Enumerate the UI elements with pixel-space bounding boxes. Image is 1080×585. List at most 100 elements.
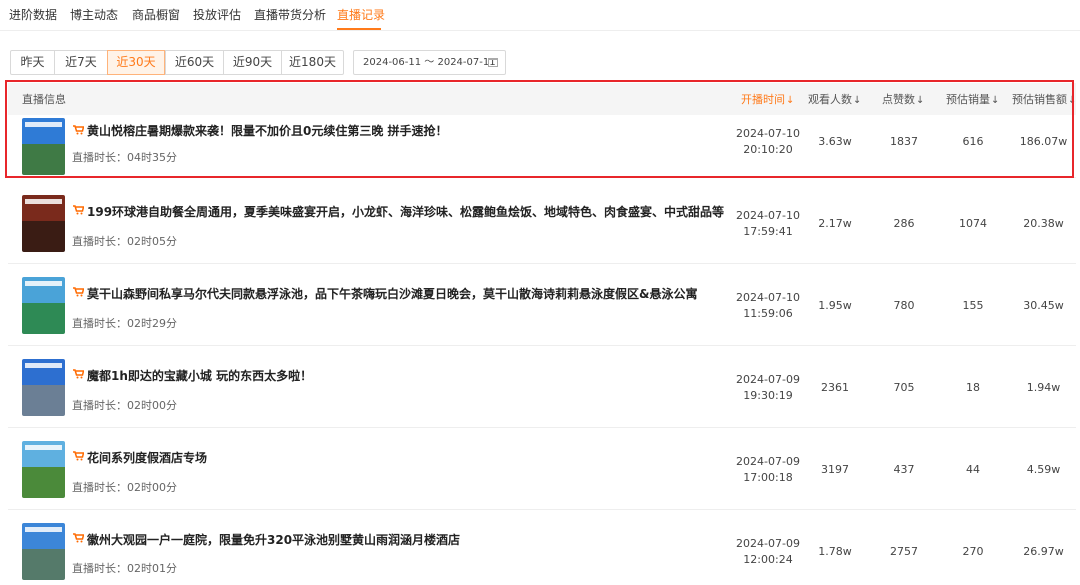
- header-likes-label: 点赞数: [882, 93, 915, 106]
- sales-value: 18: [966, 381, 980, 394]
- live-title[interactable]: 黄山悦榕庄暑期爆款来袭！限量不加价且0元续住第三晚 拼手速抢！: [87, 122, 448, 139]
- tab-live-records[interactable]: 直播记录: [337, 6, 385, 23]
- amount-value: 20.38w: [1023, 217, 1064, 230]
- viewers-value: 3.63w: [818, 135, 852, 148]
- table-row[interactable]: 199环球港自助餐全周通用，夏季美味盛宴开启，小龙虾、海洋珍味、松露鲍鱼烩饭、地…: [8, 183, 1076, 264]
- start-time: 2024-07-10 11:59:06: [733, 290, 803, 322]
- viewers-value: 2.17w: [818, 217, 852, 230]
- header-sales[interactable]: 预估销量↓: [946, 91, 999, 107]
- header-likes[interactable]: 点赞数↓: [882, 91, 924, 107]
- likes-value: 2757: [890, 545, 918, 558]
- calendar-icon: [488, 58, 498, 67]
- start-time: 2024-07-09 12:00:24: [733, 536, 803, 568]
- tab-advanced-data[interactable]: 进阶数据: [9, 6, 57, 23]
- cart-icon: [73, 125, 84, 135]
- table-row[interactable]: 莫干山森野间私享马尔代夫同款悬浮泳池，品下午茶嗨玩白沙滩夏日晚会，莫干山散海诗莉…: [8, 265, 1076, 346]
- header-viewers[interactable]: 观看人数↓: [808, 91, 861, 107]
- live-title[interactable]: 莫干山森野间私享马尔代夫同款悬浮泳池，品下午茶嗨玩白沙滩夏日晚会，莫干山散海诗莉…: [87, 285, 697, 302]
- sort-down-icon: ↓: [916, 95, 925, 106]
- table-header: 直播信息 开播时间↓ 观看人数↓ 点赞数↓ 预估销量↓ 预估销售额↓: [8, 83, 1076, 115]
- start-time: 2024-07-10 17:59:41: [733, 208, 803, 240]
- sales-value: 44: [966, 463, 980, 476]
- start-clock: 17:59:41: [743, 225, 793, 238]
- live-duration: 直播时长：02时05分: [72, 235, 177, 248]
- cart-icon: [73, 451, 84, 461]
- table-row[interactable]: 魔都1h即达的宝藏小城 玩的东西太多啦！ 直播时长：02时00分 2024-07…: [8, 347, 1076, 428]
- amount-value: 30.45w: [1023, 299, 1064, 312]
- sort-down-icon: ↓: [991, 95, 1000, 106]
- live-cover-image[interactable]: [22, 118, 65, 175]
- start-clock: 20:10:20: [743, 143, 793, 156]
- range-yesterday-button[interactable]: 昨天: [11, 51, 54, 74]
- sales-value: 155: [962, 299, 984, 312]
- live-cover-image[interactable]: [22, 359, 65, 416]
- live-duration: 直播时长：02时29分: [72, 317, 177, 330]
- live-title[interactable]: 花间系列度假酒店专场: [87, 449, 207, 466]
- cart-icon: [73, 369, 84, 379]
- date-range-value: 2024-06-11 ～ 2024-07-11: [363, 57, 496, 68]
- table-row[interactable]: 徽州大观园一户一庭院，限量免升320平泳池别墅黄山雨润涵月楼酒店 直播时长：02…: [8, 511, 1076, 585]
- header-start-time[interactable]: 开播时间↓: [741, 91, 794, 107]
- range-30d-button[interactable]: 近30天: [107, 50, 165, 75]
- viewers-value: 2361: [821, 381, 849, 394]
- header-sales-label: 预估销量: [946, 93, 990, 106]
- viewers-value: 1.95w: [818, 299, 852, 312]
- live-cover-image[interactable]: [22, 277, 65, 334]
- header-amount-label: 预估销售额: [1012, 93, 1067, 106]
- sort-down-icon: ↓: [786, 95, 795, 106]
- tab-ad-evaluation[interactable]: 投放评估: [193, 6, 241, 23]
- table-row[interactable]: 花间系列度假酒店专场 直播时长：02时00分 2024-07-09 17:00:1…: [8, 429, 1076, 510]
- live-duration: 直播时长：02时00分: [72, 399, 177, 412]
- live-cover-image[interactable]: [22, 523, 65, 580]
- sales-value: 270: [962, 545, 984, 558]
- likes-value: 780: [893, 299, 915, 312]
- amount-value: 26.97w: [1023, 545, 1064, 558]
- range-90d-button[interactable]: 近90天: [223, 51, 281, 74]
- cart-icon: [73, 533, 84, 543]
- live-duration: 直播时长：02时01分: [72, 562, 177, 575]
- date-range-button-group: 昨天 近7天 近30天 近60天 近90天 近180天: [10, 50, 344, 75]
- amount-value: 186.07w: [1019, 135, 1068, 148]
- amount-value: 4.59w: [1026, 463, 1061, 476]
- range-180d-button[interactable]: 近180天: [281, 51, 343, 74]
- sort-down-icon: ↓: [1068, 95, 1077, 106]
- sort-down-icon: ↓: [853, 95, 862, 106]
- amount-value: 1.94w: [1026, 381, 1061, 394]
- live-duration: 直播时长：02时00分: [72, 481, 177, 494]
- start-date: 2024-07-10: [736, 209, 800, 222]
- live-title[interactable]: 199环球港自助餐全周通用，夏季美味盛宴开启，小龙虾、海洋珍味、松露鲍鱼烩饭、地…: [87, 203, 724, 220]
- tab-product-showcase[interactable]: 商品橱窗: [132, 6, 180, 23]
- live-title[interactable]: 徽州大观园一户一庭院，限量免升320平泳池别墅黄山雨润涵月楼酒店: [87, 531, 460, 548]
- start-clock: 11:59:06: [743, 307, 793, 320]
- start-time: 2024-07-09 17:00:18: [733, 454, 803, 486]
- sales-value: 1074: [959, 217, 987, 230]
- likes-value: 1837: [890, 135, 918, 148]
- start-date: 2024-07-10: [736, 127, 800, 140]
- sales-value: 616: [962, 135, 984, 148]
- header-viewers-label: 观看人数: [808, 93, 852, 106]
- range-60d-button[interactable]: 近60天: [165, 51, 223, 74]
- start-time: 2024-07-10 20:10:20: [733, 126, 803, 158]
- date-range-picker[interactable]: 2024-06-11 ～ 2024-07-11: [353, 50, 506, 75]
- likes-value: 286: [893, 217, 915, 230]
- header-live-info: 直播信息: [22, 93, 66, 106]
- live-duration: 直播时长：04时35分: [72, 151, 177, 164]
- likes-value: 437: [893, 463, 915, 476]
- live-title[interactable]: 魔都1h即达的宝藏小城 玩的东西太多啦！: [87, 367, 312, 384]
- start-clock: 12:00:24: [743, 553, 793, 566]
- cart-icon: [73, 287, 84, 297]
- start-clock: 17:00:18: [743, 471, 793, 484]
- live-cover-image[interactable]: [22, 195, 65, 252]
- start-clock: 19:30:19: [743, 389, 793, 402]
- tab-blogger-updates[interactable]: 博主动态: [70, 6, 118, 23]
- table-row[interactable]: 黄山悦榕庄暑期爆款来袭！限量不加价且0元续住第三晚 拼手速抢！ 直播时长：04时…: [8, 115, 1076, 178]
- tab-live-sales-analysis[interactable]: 直播带货分析: [254, 6, 326, 23]
- header-start-time-label: 开播时间: [741, 93, 785, 106]
- top-tab-bar: 进阶数据 博主动态 商品橱窗 投放评估 直播带货分析 直播记录: [0, 0, 1080, 31]
- header-amount[interactable]: 预估销售额↓: [1012, 91, 1076, 107]
- live-cover-image[interactable]: [22, 441, 65, 498]
- start-time: 2024-07-09 19:30:19: [733, 372, 803, 404]
- range-7d-button[interactable]: 近7天: [54, 51, 107, 74]
- start-date: 2024-07-09: [736, 373, 800, 386]
- start-date: 2024-07-09: [736, 537, 800, 550]
